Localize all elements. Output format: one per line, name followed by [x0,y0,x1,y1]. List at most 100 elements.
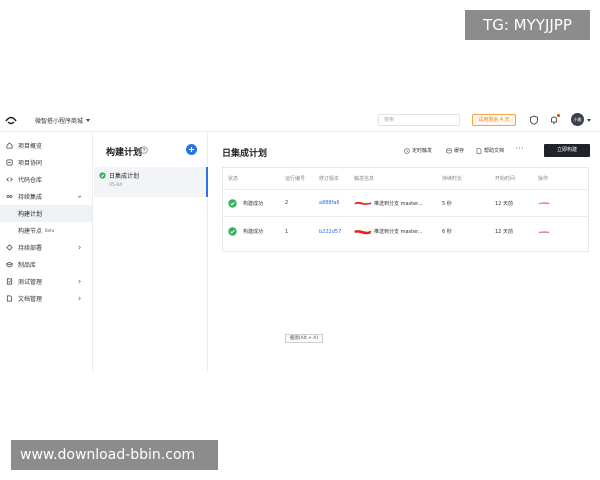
row-action[interactable] [538,218,550,245]
logo-icon[interactable] [5,115,17,125]
row-action[interactable] [538,190,550,216]
revision-link[interactable]: a888fa6 [319,190,340,216]
infinity-icon [6,195,13,198]
watermark-site: www.download-bbin.com [11,440,218,470]
chevron-down-icon [77,195,82,198]
cache-icon [446,147,452,153]
plan-name: 日集成计划 [109,173,140,180]
unread-dot [557,114,560,117]
watermark-telegram: TG: MYYJJPP [465,10,590,40]
redaction-mark [354,229,372,234]
scheduled-trigger-button[interactable]: 定时触发 [404,146,432,155]
main-panel: 日集成计划 定时触发 缓存 帮助文档 ··· 立即构建 状态 运行编号 修订版本… [209,133,600,372]
chevron-right-icon [78,245,81,250]
plus-icon [189,147,194,152]
clock-icon [404,147,410,154]
status-cell: 构建成功 [228,218,263,245]
sidebar-item-docs[interactable]: 文档管理 [0,290,92,307]
sidebar-item-code[interactable]: 代码仓库 [0,171,92,188]
sidebar-item-collaboration[interactable]: 项目协同 [0,154,92,171]
sidebar-item-build-nodes[interactable]: 构建节点 Beta [0,222,92,239]
page-title: 日集成计划 [222,149,268,159]
plan-list-panel: 构建计划 日集成计划 05-04 [94,133,208,372]
test-icon [6,278,13,285]
search-input[interactable]: 搜索 [378,114,460,126]
chevron-down-icon[interactable] [587,119,591,122]
top-bar: 微智搭小程序商城 搜索 试用剩余 4 天 小雅 [0,108,600,132]
chevron-down-icon [86,118,91,122]
duration: 6 秒 [442,229,452,235]
document-icon [6,295,13,302]
shield-icon[interactable] [529,115,539,125]
column-header: 持续时长 [442,176,463,182]
sidebar-item-artifacts[interactable]: 制品库 [0,256,92,273]
sidebar-item-deploy[interactable]: 持续部署 [0,239,92,256]
sidebar-item-ci[interactable]: 持续集成 [0,188,92,205]
table-row[interactable]: 构建成功 2 a888fa6 推送到分支 master... 5 秒 12 天前 [223,190,588,217]
build-now-button[interactable]: 立即构建 [544,144,590,157]
sidebar-item-build-plans[interactable]: 构建计划 [0,205,92,222]
help-docs-label: 帮助文档 [484,148,505,154]
plan-card[interactable]: 日集成计划 05-04 [94,167,208,197]
check-circle-icon [228,227,237,236]
sidebar-item-label: 代码仓库 [18,177,43,184]
sidebar-item-label: 文档管理 [18,296,43,303]
column-header: 修订版本 [319,176,340,182]
column-header: 触发信息 [354,176,375,182]
sidebar-item-label: 持续部署 [18,245,43,252]
more-options-button[interactable]: ··· [515,145,524,153]
help-icon[interactable] [140,146,148,154]
duration: 5 秒 [442,200,452,207]
code-icon [6,177,13,182]
chevron-right-icon [78,279,81,284]
trigger-text: 推送到分支 master... [374,229,423,235]
cache-button[interactable]: 缓存 [446,146,464,155]
trigger-cell: 推送到分支 master... [354,218,423,245]
scheduled-trigger-label: 定时触发 [412,148,433,154]
build-runs-table: 状态 运行编号 修订版本 触发信息 持续时长 开始时间 操作 构建成功 2 a8… [222,167,589,252]
status-text: 构建成功 [243,200,264,207]
sidebar-item-label: 构建计划 [18,211,43,218]
sidebar-item-label: 项目概览 [18,143,43,150]
table-header: 状态 运行编号 修订版本 触发信息 持续时长 开始时间 操作 [223,168,588,190]
column-header: 状态 [228,176,239,182]
status-text: 构建成功 [243,229,264,235]
sidebar-item-label: 项目协同 [18,160,43,167]
column-header: 操作 [538,176,549,182]
document-icon [476,147,482,154]
plan-date: 05-04 [109,183,123,188]
run-number: 1 [285,228,289,235]
collaboration-icon [6,159,13,166]
project-switcher[interactable]: 微智搭小程序商城 [35,114,91,126]
check-circle-icon [99,172,106,179]
sidebar-item-label: 持续集成 [18,194,43,201]
trial-badge[interactable]: 试用剩余 4 天 [472,114,516,126]
sidebar-item-overview[interactable]: 项目概览 [0,137,92,154]
sidebar-item-testing[interactable]: 测试管理 [0,273,92,290]
run-number: 2 [285,200,289,206]
redaction-mark [538,230,550,233]
add-plan-button[interactable] [186,144,197,155]
table-row[interactable]: 构建成功 1 b222d57 推送到分支 master... 6 秒 12 天前 [223,218,588,245]
cache-label: 缓存 [454,148,465,154]
deploy-icon [6,244,13,251]
notification-bell[interactable] [549,114,560,125]
column-header: 运行编号 [285,176,306,182]
start-time: 12 天前 [495,229,513,235]
status-cell: 构建成功 [228,190,263,216]
artifact-icon [6,261,13,268]
sidebar: 项目概览 项目协同 代码仓库 持续集成 构建计划 构建节点 Beta 持续部署 [0,133,93,372]
help-docs-button[interactable]: 帮助文档 [476,146,504,155]
home-icon [6,142,13,149]
sidebar-item-label: 制品库 [18,262,37,269]
chevron-right-icon [78,296,81,301]
revision-link[interactable]: b222d57 [319,218,341,245]
beta-tag: Beta [45,228,55,233]
trigger-text: 推送到分支 master... [374,200,423,207]
sidebar-item-label: 构建节点 [18,228,43,235]
sidebar-item-label: 测试管理 [18,279,43,286]
avatar[interactable]: 小雅 [571,113,584,126]
check-circle-icon [228,198,237,208]
project-name: 微智搭小程序商城 [35,117,84,125]
trigger-cell: 推送到分支 master... [354,190,423,216]
